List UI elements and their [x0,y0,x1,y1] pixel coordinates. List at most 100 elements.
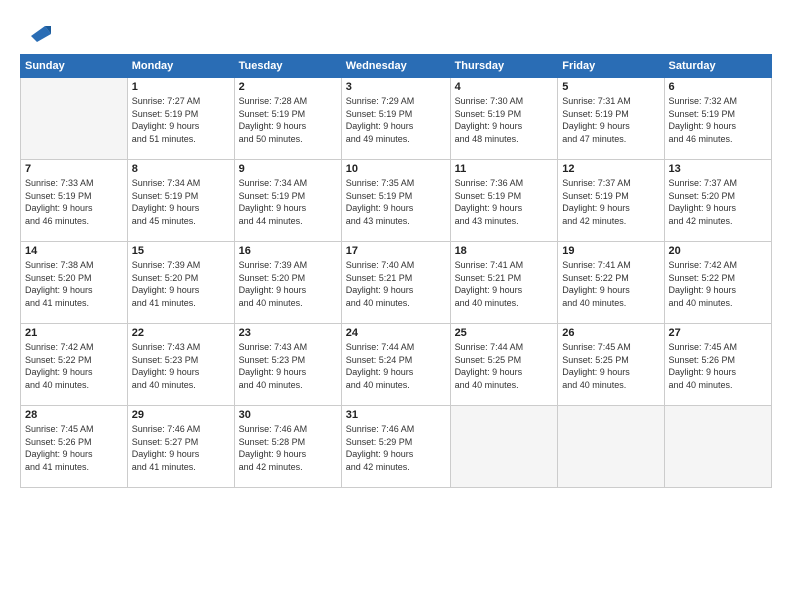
day-number: 19 [562,245,659,257]
day-info: Sunrise: 7:37 AMSunset: 5:19 PMDaylight:… [562,177,659,227]
day-info: Sunrise: 7:42 AMSunset: 5:22 PMDaylight:… [25,341,123,391]
calendar-cell: 6 Sunrise: 7:32 AMSunset: 5:19 PMDaylight… [664,78,771,160]
day-number: 14 [25,245,123,257]
day-info: Sunrise: 7:42 AMSunset: 5:22 PMDaylight:… [669,259,767,309]
calendar-cell: 15 Sunrise: 7:39 AMSunset: 5:20 PMDayligh… [127,242,234,324]
day-number: 2 [239,81,337,93]
calendar-cell: 27 Sunrise: 7:45 AMSunset: 5:26 PMDayligh… [664,324,771,406]
day-info: Sunrise: 7:41 AMSunset: 5:21 PMDaylight:… [455,259,554,309]
day-number: 7 [25,163,123,175]
calendar-table: SundayMondayTuesdayWednesdayThursdayFrid… [20,54,772,488]
day-info: Sunrise: 7:44 AMSunset: 5:25 PMDaylight:… [455,341,554,391]
day-number: 11 [455,163,554,175]
day-number: 4 [455,81,554,93]
day-number: 29 [132,409,230,421]
weekday-header-saturday: Saturday [664,55,771,78]
calendar-cell: 14Sunrise: 7:38 AMSunset: 5:20 PMDayligh… [21,242,128,324]
week-row-2: 7 Sunrise: 7:33 AMSunset: 5:19 PMDaylight… [21,160,772,242]
calendar-header: SundayMondayTuesdayWednesdayThursdayFrid… [21,55,772,78]
day-number: 13 [669,163,767,175]
day-info: Sunrise: 7:28 AMSunset: 5:19 PMDaylight:… [239,95,337,145]
weekday-header-thursday: Thursday [450,55,558,78]
calendar-cell: 12 Sunrise: 7:37 AMSunset: 5:19 PMDayligh… [558,160,664,242]
calendar-cell: 19 Sunrise: 7:41 AMSunset: 5:22 PMDayligh… [558,242,664,324]
day-info: Sunrise: 7:36 AMSunset: 5:19 PMDaylight:… [455,177,554,227]
day-number: 8 [132,163,230,175]
day-info: Sunrise: 7:46 AMSunset: 5:27 PMDaylight:… [132,423,230,473]
day-info: Sunrise: 7:45 AMSunset: 5:25 PMDaylight:… [562,341,659,391]
calendar-cell: 22Sunrise: 7:43 AMSunset: 5:23 PMDayligh… [127,324,234,406]
weekday-header-friday: Friday [558,55,664,78]
calendar-cell [450,406,558,488]
day-info: Sunrise: 7:45 AMSunset: 5:26 PMDaylight:… [669,341,767,391]
logo [20,18,53,44]
day-number: 24 [346,327,446,339]
page: SundayMondayTuesdayWednesdayThursdayFrid… [0,0,792,612]
calendar-cell: 20 Sunrise: 7:42 AMSunset: 5:22 PMDayligh… [664,242,771,324]
calendar-cell: 4 Sunrise: 7:30 AMSunset: 5:19 PMDaylight… [450,78,558,160]
day-info: Sunrise: 7:37 AMSunset: 5:20 PMDaylight:… [669,177,767,227]
day-info: Sunrise: 7:44 AMSunset: 5:24 PMDaylight:… [346,341,446,391]
day-info: Sunrise: 7:39 AMSunset: 5:20 PMDaylight:… [239,259,337,309]
day-info: Sunrise: 7:43 AMSunset: 5:23 PMDaylight:… [239,341,337,391]
day-info: Sunrise: 7:27 AMSunset: 5:19 PMDaylight:… [132,95,230,145]
day-number: 1 [132,81,230,93]
day-number: 23 [239,327,337,339]
day-number: 30 [239,409,337,421]
weekday-header-tuesday: Tuesday [234,55,341,78]
day-info: Sunrise: 7:40 AMSunset: 5:21 PMDaylight:… [346,259,446,309]
calendar-cell: 2 Sunrise: 7:28 AMSunset: 5:19 PMDaylight… [234,78,341,160]
day-info: Sunrise: 7:29 AMSunset: 5:19 PMDaylight:… [346,95,446,145]
calendar-cell [21,78,128,160]
day-number: 9 [239,163,337,175]
calendar-cell [664,406,771,488]
day-number: 16 [239,245,337,257]
calendar-cell: 30Sunrise: 7:46 AMSunset: 5:28 PMDayligh… [234,406,341,488]
day-number: 15 [132,245,230,257]
weekday-header-wednesday: Wednesday [341,55,450,78]
day-info: Sunrise: 7:30 AMSunset: 5:19 PMDaylight:… [455,95,554,145]
day-info: Sunrise: 7:31 AMSunset: 5:19 PMDaylight:… [562,95,659,145]
day-info: Sunrise: 7:46 AMSunset: 5:29 PMDaylight:… [346,423,446,473]
day-info: Sunrise: 7:39 AMSunset: 5:20 PMDaylight:… [132,259,230,309]
day-info: Sunrise: 7:32 AMSunset: 5:19 PMDaylight:… [669,95,767,145]
day-number: 3 [346,81,446,93]
logo-icon [23,14,53,44]
day-info: Sunrise: 7:41 AMSunset: 5:22 PMDaylight:… [562,259,659,309]
day-number: 27 [669,327,767,339]
header [20,18,772,44]
calendar-cell [558,406,664,488]
day-info: Sunrise: 7:45 AMSunset: 5:26 PMDaylight:… [25,423,123,473]
day-number: 21 [25,327,123,339]
calendar-cell: 28 Sunrise: 7:45 AMSunset: 5:26 PMDayligh… [21,406,128,488]
day-number: 28 [25,409,123,421]
day-number: 6 [669,81,767,93]
day-info: Sunrise: 7:34 AMSunset: 5:19 PMDaylight:… [132,177,230,227]
calendar-cell: 16 Sunrise: 7:39 AMSunset: 5:20 PMDayligh… [234,242,341,324]
calendar-cell: 10Sunrise: 7:35 AMSunset: 5:19 PMDayligh… [341,160,450,242]
day-number: 10 [346,163,446,175]
day-number: 17 [346,245,446,257]
calendar-cell: 31 Sunrise: 7:46 AMSunset: 5:29 PMDayligh… [341,406,450,488]
day-info: Sunrise: 7:34 AMSunset: 5:19 PMDaylight:… [239,177,337,227]
calendar-cell: 11 Sunrise: 7:36 AMSunset: 5:19 PMDayligh… [450,160,558,242]
weekday-header-row: SundayMondayTuesdayWednesdayThursdayFrid… [21,55,772,78]
calendar-cell: 1 Sunrise: 7:27 AMSunset: 5:19 PMDaylight… [127,78,234,160]
week-row-3: 14Sunrise: 7:38 AMSunset: 5:20 PMDayligh… [21,242,772,324]
day-number: 20 [669,245,767,257]
calendar-cell: 5 Sunrise: 7:31 AMSunset: 5:19 PMDaylight… [558,78,664,160]
calendar-cell: 3 Sunrise: 7:29 AMSunset: 5:19 PMDaylight… [341,78,450,160]
week-row-1: 1 Sunrise: 7:27 AMSunset: 5:19 PMDaylight… [21,78,772,160]
calendar-cell: 21 Sunrise: 7:42 AMSunset: 5:22 PMDayligh… [21,324,128,406]
calendar-cell: 9 Sunrise: 7:34 AMSunset: 5:19 PMDaylight… [234,160,341,242]
day-number: 22 [132,327,230,339]
day-number: 12 [562,163,659,175]
day-number: 5 [562,81,659,93]
day-number: 31 [346,409,446,421]
day-info: Sunrise: 7:33 AMSunset: 5:19 PMDaylight:… [25,177,123,227]
calendar-cell: 26Sunrise: 7:45 AMSunset: 5:25 PMDayligh… [558,324,664,406]
calendar-body: 1 Sunrise: 7:27 AMSunset: 5:19 PMDaylight… [21,78,772,488]
weekday-header-monday: Monday [127,55,234,78]
calendar-cell: 7 Sunrise: 7:33 AMSunset: 5:19 PMDaylight… [21,160,128,242]
day-number: 18 [455,245,554,257]
